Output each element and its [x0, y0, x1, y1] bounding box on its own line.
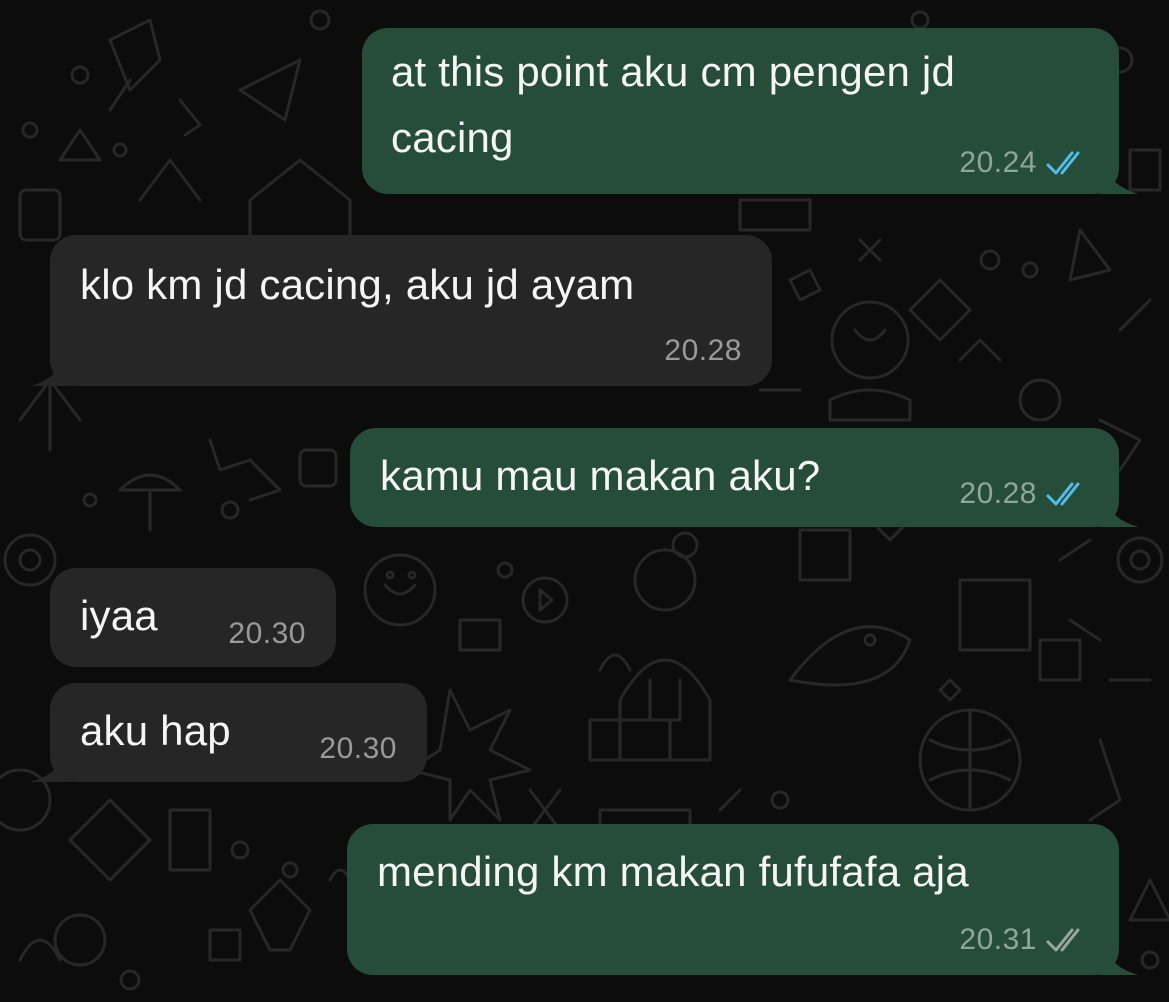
- message-meta: 20.24: [959, 146, 1089, 180]
- bubble-tail-icon: [30, 346, 70, 386]
- bubble-tail-icon: [30, 742, 70, 782]
- message-text: kamu mau makan aku?: [380, 452, 821, 499]
- message-time: 20.24: [959, 146, 1037, 179]
- bubble-tail-icon: [1099, 935, 1139, 975]
- message-text: cacing: [391, 114, 514, 161]
- message-time: 20.28: [664, 334, 742, 367]
- bubble-tail-icon: [1099, 154, 1139, 194]
- message-meta: 20.30: [319, 732, 397, 766]
- message-meta: 20.28: [959, 477, 1089, 511]
- message-text: iyaa: [80, 592, 158, 639]
- message-text: aku hap: [80, 707, 231, 754]
- message-meta: 20.30: [228, 617, 306, 651]
- read-ticks-icon: [1045, 480, 1089, 508]
- message-bubble-incoming[interactable]: klo km jd cacing, aku jd ayam 20.28: [30, 235, 772, 386]
- message-bubble-outgoing[interactable]: at this point aku cm pengen jd cacing 20…: [362, 28, 1139, 194]
- message-bubble-outgoing[interactable]: mending km makan fufufafa aja 20.31: [347, 824, 1139, 975]
- message-time: 20.30: [228, 617, 306, 650]
- message-time: 20.28: [959, 477, 1037, 510]
- bubble-tail-icon: [1099, 487, 1139, 527]
- message-bubble-incoming[interactable]: aku hap 20.30: [30, 683, 427, 782]
- message-text: mending km makan fufufafa aja: [377, 848, 969, 895]
- message-meta: 20.28: [664, 334, 742, 368]
- read-ticks-icon: [1045, 149, 1089, 177]
- message-text: at this point aku cm pengen jd: [391, 48, 956, 95]
- message-text: klo km jd cacing, aku jd ayam: [80, 261, 635, 308]
- message-time: 20.31: [959, 923, 1037, 956]
- message-time: 20.30: [319, 732, 397, 765]
- message-bubble-incoming[interactable]: iyaa 20.30: [50, 568, 336, 667]
- message-meta: 20.31: [959, 923, 1089, 957]
- message-bubble-outgoing[interactable]: kamu mau makan aku? 20.28: [350, 428, 1139, 527]
- delivered-ticks-icon: [1045, 926, 1089, 954]
